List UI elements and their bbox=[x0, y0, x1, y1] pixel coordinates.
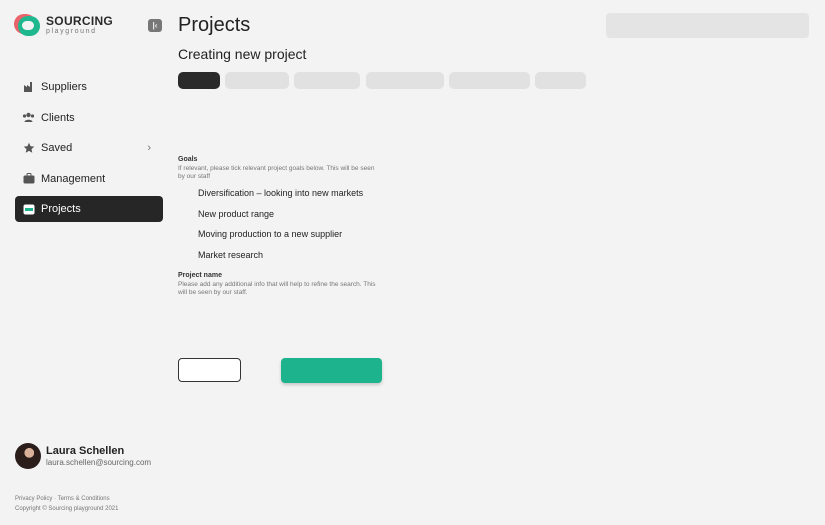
sidebar-item-label: Clients bbox=[41, 111, 75, 124]
footer-copyright: Copyright © Sourcing playground 2021 bbox=[15, 506, 119, 512]
sidebar-item-label: Management bbox=[41, 172, 106, 185]
next-button[interactable] bbox=[281, 358, 382, 383]
goal-option-market-research[interactable]: Market research bbox=[198, 249, 363, 270]
chevron-right-icon[interactable]: › bbox=[147, 142, 151, 154]
user-profile[interactable]: Laura Schellen laura.schellen@sourcing.c… bbox=[15, 443, 151, 469]
briefcase-icon bbox=[22, 172, 35, 185]
avatar[interactable] bbox=[15, 443, 41, 469]
footer: Privacy Policy · Terms & Conditions Copy… bbox=[15, 494, 119, 514]
brand-logo[interactable]: SOURCING playground bbox=[14, 12, 113, 38]
project-name-heading: Project name bbox=[178, 272, 222, 279]
collapse-left-icon[interactable]: |‹ bbox=[148, 19, 162, 32]
logo-icon bbox=[14, 12, 40, 38]
folder-icon bbox=[22, 203, 35, 216]
sidebar-item-label: Saved bbox=[41, 142, 73, 154]
brand-name: SOURCING bbox=[46, 14, 114, 28]
project-name-description: Please add any additional info that will… bbox=[178, 281, 376, 296]
sidebar-nav: Suppliers Clients Saved › Management Pro… bbox=[15, 74, 163, 227]
goal-option-new-product-range[interactable]: New product range bbox=[198, 208, 363, 229]
user-name: Laura Schellen bbox=[46, 445, 125, 457]
sidebar-item-saved[interactable]: Saved › bbox=[15, 135, 163, 161]
goal-option-moving-production[interactable]: Moving production to a new supplier bbox=[198, 228, 363, 249]
search-input[interactable] bbox=[606, 13, 809, 38]
step-4[interactable] bbox=[366, 72, 444, 89]
sidebar-item-clients[interactable]: Clients bbox=[15, 105, 163, 131]
sidebar-item-label: Suppliers bbox=[41, 81, 87, 93]
factory-icon bbox=[22, 81, 35, 94]
goals-description: If relevant, please tick relevant projec… bbox=[178, 165, 375, 180]
users-icon bbox=[22, 111, 35, 124]
step-5[interactable] bbox=[449, 72, 530, 89]
back-button[interactable] bbox=[178, 358, 241, 382]
goal-option-diversification[interactable]: Diversification – looking into new marke… bbox=[198, 187, 363, 208]
star-icon bbox=[22, 142, 35, 155]
sidebar-item-label: Projects bbox=[41, 203, 81, 215]
brand-sub: playground bbox=[46, 28, 97, 35]
page-title: Projects bbox=[178, 14, 251, 36]
user-email: laura.schellen@sourcing.com bbox=[46, 458, 152, 467]
step-3[interactable] bbox=[294, 72, 360, 89]
footer-links[interactable]: Privacy Policy · Terms & Conditions bbox=[15, 494, 119, 504]
goals-list: Diversification – looking into new marke… bbox=[198, 187, 363, 269]
sidebar-item-suppliers[interactable]: Suppliers bbox=[15, 74, 163, 100]
goals-heading: Goals bbox=[178, 156, 198, 163]
page-subtitle: Creating new project bbox=[178, 46, 307, 62]
sidebar-item-management[interactable]: Management bbox=[15, 166, 163, 192]
step-6[interactable] bbox=[535, 72, 586, 89]
step-2[interactable] bbox=[225, 72, 289, 89]
sidebar-item-projects[interactable]: Projects bbox=[15, 196, 163, 222]
step-1[interactable] bbox=[178, 72, 220, 89]
